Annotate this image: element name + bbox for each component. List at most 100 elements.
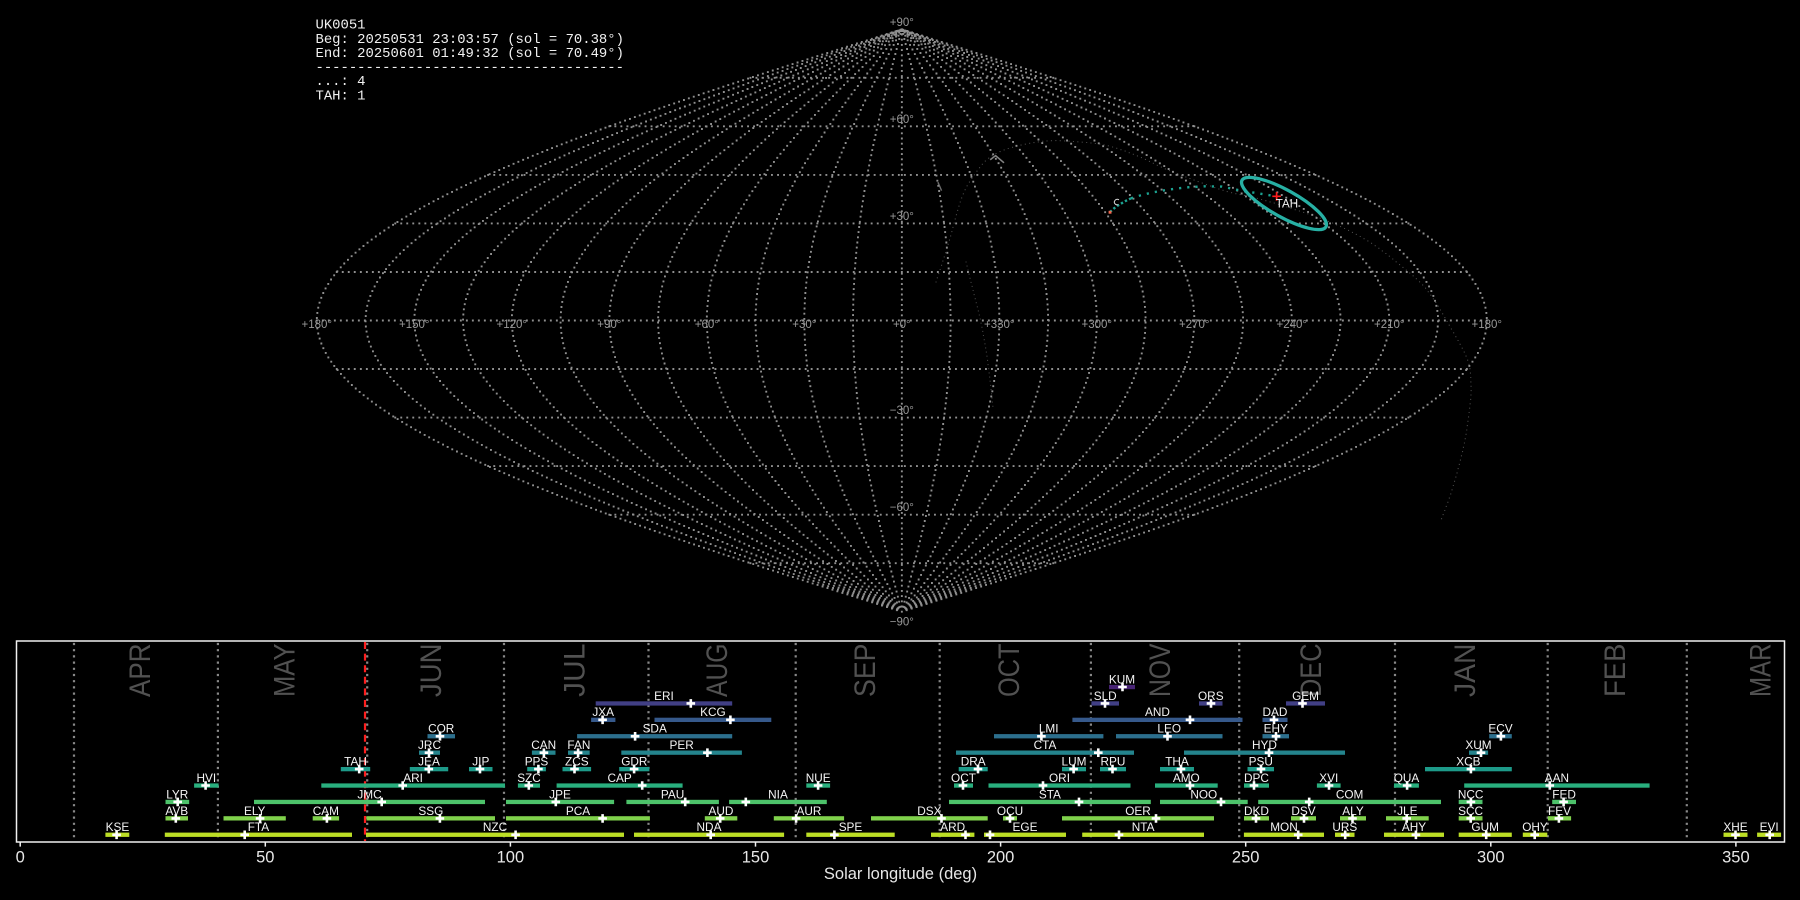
- svg-text:AND: AND: [1145, 705, 1170, 719]
- svg-text:100: 100: [497, 849, 525, 867]
- svg-text:KUM: KUM: [1109, 672, 1135, 686]
- svg-text:AAN: AAN: [1545, 771, 1569, 785]
- svg-text:ECV: ECV: [1488, 722, 1512, 736]
- svg-text:TAH: TAH: [1276, 198, 1298, 211]
- svg-text:+330°: +330°: [984, 319, 1015, 331]
- svg-text:JMC: JMC: [357, 787, 382, 801]
- svg-text:+0°: +0°: [893, 319, 911, 331]
- svg-text:ARI: ARI: [403, 771, 423, 785]
- svg-text:CAM: CAM: [313, 804, 339, 818]
- svg-text:COM: COM: [1336, 787, 1364, 801]
- svg-text:EHY: EHY: [1264, 722, 1288, 736]
- svg-text:+240°: +240°: [1277, 319, 1308, 331]
- svg-text:ORI: ORI: [1049, 771, 1070, 785]
- svg-text:FTA: FTA: [248, 820, 270, 834]
- svg-text:NOV: NOV: [1144, 643, 1177, 697]
- svg-text:OHY: OHY: [1522, 820, 1548, 834]
- svg-text:+300°: +300°: [1082, 319, 1113, 331]
- svg-text:+60°: +60°: [695, 319, 719, 331]
- svg-text:PCA: PCA: [566, 804, 590, 818]
- svg-text:NTA: NTA: [1132, 820, 1155, 834]
- svg-text:NOO: NOO: [1190, 787, 1217, 801]
- svg-text:SPE: SPE: [839, 820, 863, 834]
- svg-text:NDA: NDA: [697, 820, 722, 834]
- svg-text:OCT: OCT: [993, 644, 1026, 698]
- svg-text:AVB: AVB: [165, 804, 188, 818]
- svg-text:LYR: LYR: [166, 787, 188, 801]
- svg-text:JEA: JEA: [418, 755, 440, 769]
- svg-text:XUM: XUM: [1465, 738, 1491, 752]
- svg-text:ORS: ORS: [1198, 689, 1224, 703]
- svg-text:SEP: SEP: [849, 644, 882, 698]
- svg-text:LUM: LUM: [1062, 755, 1087, 769]
- svg-text:PER: PER: [669, 738, 693, 752]
- svg-text:ARD: ARD: [940, 820, 965, 834]
- svg-text:JRC: JRC: [418, 738, 441, 752]
- svg-text:JXA: JXA: [592, 705, 614, 719]
- svg-text:XVI: XVI: [1319, 771, 1338, 785]
- svg-text:AUG: AUG: [701, 644, 734, 698]
- svg-text:JUN: JUN: [415, 644, 448, 698]
- svg-text:GEM: GEM: [1292, 689, 1319, 703]
- svg-text:URS: URS: [1332, 820, 1357, 834]
- svg-text:TAH: 1: TAH: 1: [316, 88, 366, 104]
- svg-text:OCU: OCU: [997, 804, 1023, 818]
- svg-text:STA: STA: [1039, 787, 1061, 801]
- svg-text:+210°: +210°: [1374, 319, 1405, 331]
- svg-text:+180°: +180°: [302, 319, 333, 331]
- svg-text:HYD: HYD: [1252, 738, 1277, 752]
- svg-text:ELY: ELY: [244, 804, 266, 818]
- svg-text:XHE: XHE: [1723, 820, 1747, 834]
- svg-text:PAU: PAU: [661, 787, 684, 801]
- svg-text:ZCS: ZCS: [565, 755, 589, 769]
- svg-text:150: 150: [742, 849, 770, 867]
- svg-text:MAY: MAY: [268, 643, 301, 697]
- svg-text:ERI: ERI: [654, 689, 674, 703]
- svg-text:50: 50: [256, 849, 274, 867]
- svg-text:CAN: CAN: [531, 738, 556, 752]
- svg-text:QUA: QUA: [1394, 771, 1420, 785]
- svg-text:HVI: HVI: [196, 771, 216, 785]
- svg-text:−60°: −60°: [890, 502, 914, 514]
- svg-text:AMO: AMO: [1173, 771, 1200, 785]
- svg-text:250: 250: [1232, 849, 1260, 867]
- svg-text:DRA: DRA: [961, 755, 986, 769]
- svg-text:+90°: +90°: [597, 319, 621, 331]
- svg-text:SCC: SCC: [1458, 804, 1483, 818]
- svg-text:DSX: DSX: [917, 804, 941, 818]
- svg-text:LMI: LMI: [1039, 722, 1059, 736]
- svg-text:EVI: EVI: [1760, 820, 1779, 834]
- svg-text:THA: THA: [1165, 755, 1189, 769]
- svg-text:OCT: OCT: [951, 771, 976, 785]
- svg-text:−90°: −90°: [890, 617, 914, 629]
- svg-text:−30°: −30°: [890, 405, 914, 417]
- svg-text:+60°: +60°: [890, 114, 914, 126]
- svg-text:+30°: +30°: [792, 319, 816, 331]
- svg-text:FEV: FEV: [1548, 804, 1571, 818]
- svg-text:0: 0: [16, 849, 25, 867]
- svg-text:FEB: FEB: [1599, 644, 1632, 698]
- svg-text:SSG: SSG: [418, 804, 443, 818]
- svg-text:JLE: JLE: [1397, 804, 1417, 818]
- svg-text:CTA: CTA: [1034, 738, 1057, 752]
- svg-text:AUD: AUD: [709, 804, 734, 818]
- svg-text:OER: OER: [1125, 804, 1151, 818]
- svg-text:MON: MON: [1270, 820, 1298, 834]
- svg-text:GDR: GDR: [621, 755, 647, 769]
- svg-text:AUR: AUR: [797, 804, 822, 818]
- svg-text:NIA: NIA: [768, 787, 788, 801]
- svg-text:PSU: PSU: [1249, 755, 1273, 769]
- svg-text:Solar longitude (deg): Solar longitude (deg): [824, 865, 977, 883]
- svg-text:+90°: +90°: [890, 17, 914, 29]
- svg-text:SZC: SZC: [517, 771, 541, 785]
- svg-text:+180°: +180°: [1472, 319, 1503, 331]
- svg-text:APR: APR: [124, 644, 157, 698]
- svg-text:MAR: MAR: [1744, 644, 1777, 698]
- svg-text:TAH: TAH: [344, 755, 367, 769]
- svg-text:NUE: NUE: [806, 771, 831, 785]
- svg-text:JUL: JUL: [558, 644, 591, 698]
- svg-text:NCC: NCC: [1458, 787, 1484, 801]
- svg-text:NZC: NZC: [483, 820, 508, 834]
- svg-text:SDA: SDA: [643, 722, 667, 736]
- svg-text:DSV: DSV: [1291, 804, 1315, 818]
